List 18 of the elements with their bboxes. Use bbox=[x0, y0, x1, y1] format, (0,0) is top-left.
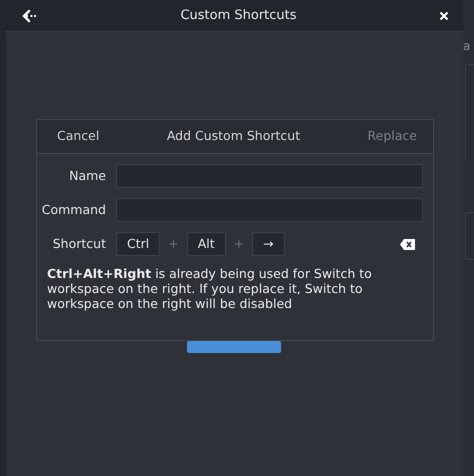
plus-separator: + bbox=[234, 234, 244, 253]
plus-separator: + bbox=[168, 234, 179, 253]
conflict-message: Ctrl+Alt+Right is already being used for Switch to workspace on the right. If you replace it, Switch to workspace on the right will be disabled bbox=[47, 266, 373, 311]
background-text: a bbox=[463, 38, 472, 55]
backspace-icon[interactable] bbox=[400, 238, 415, 250]
back-icon[interactable] bbox=[22, 8, 38, 22]
cancel-button[interactable]: Cancel bbox=[57, 127, 100, 146]
close-icon[interactable] bbox=[439, 10, 449, 20]
key-chip: Ctrl bbox=[116, 232, 160, 256]
field-label: Shortcut bbox=[52, 234, 106, 253]
input-field[interactable] bbox=[116, 198, 423, 222]
key-chip: → bbox=[252, 232, 285, 256]
field-label: Name bbox=[68, 166, 106, 185]
window-title: Custom Shortcuts bbox=[180, 6, 297, 25]
input-field[interactable] bbox=[116, 164, 423, 188]
field-label: Command bbox=[40, 200, 106, 219]
key-chip: Alt bbox=[186, 232, 226, 256]
dialog-title: Add Custom Shortcut bbox=[166, 127, 300, 146]
